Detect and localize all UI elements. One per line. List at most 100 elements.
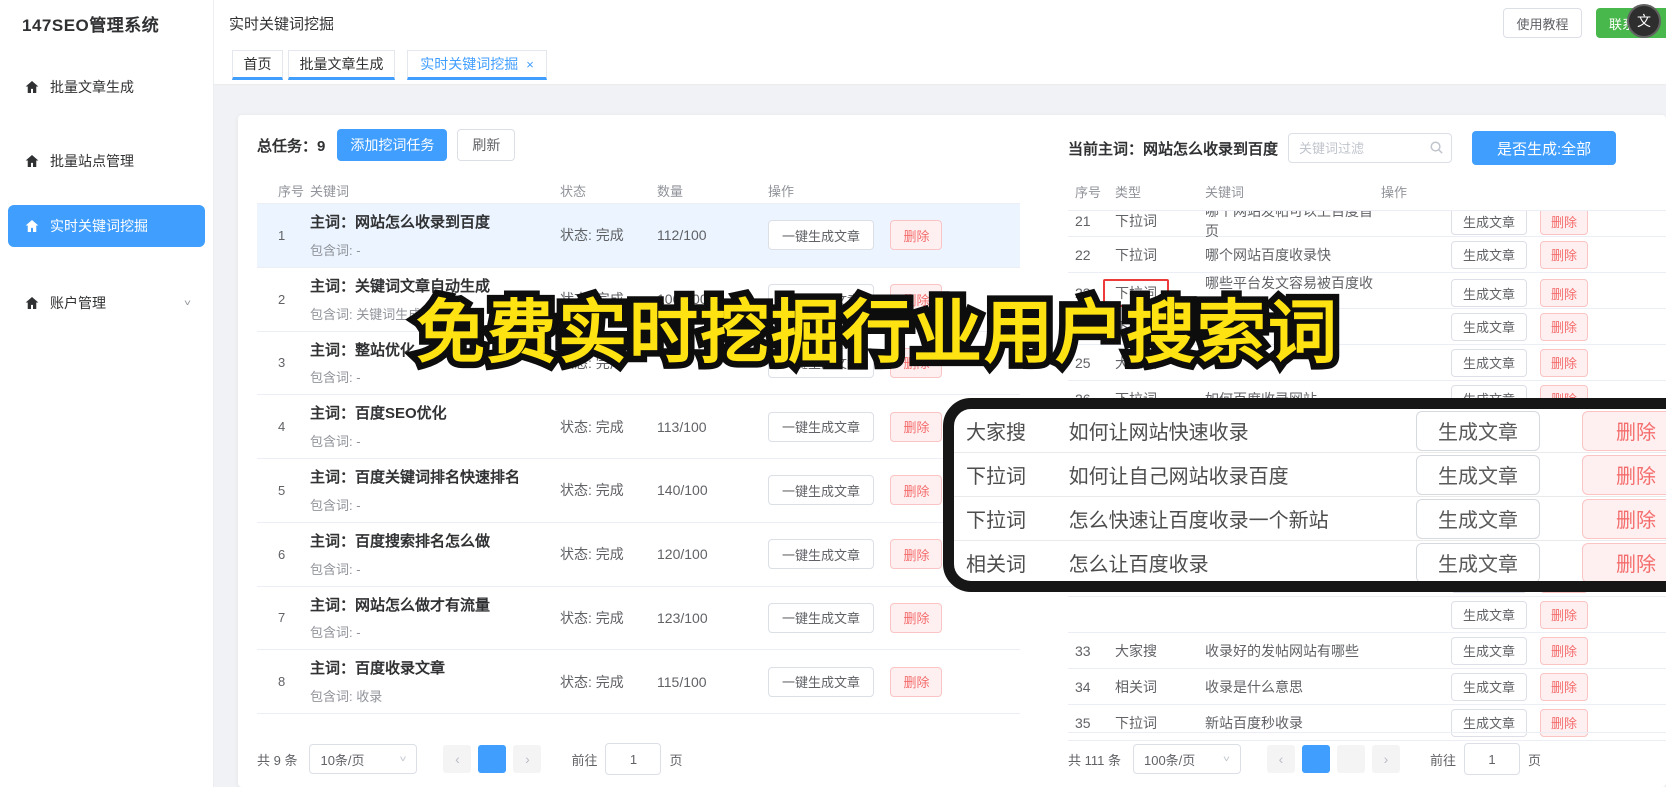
generate-article-button[interactable]: 生成文章: [1415, 410, 1540, 451]
keyword-text: 如何让自己网站收录百度: [1068, 466, 1289, 488]
generate-article-button[interactable]: 生成文章: [1451, 279, 1528, 307]
column-header: 操作: [1381, 185, 1408, 200]
table-row[interactable]: 7 主词：网站怎么做才有流量 包含词: - 状态: 完成 123/100 一键生…: [257, 587, 1020, 651]
keyword-text: 如何让网站快速收录: [1068, 422, 1249, 444]
generate-all-button[interactable]: 是否生成:全部: [1472, 131, 1617, 165]
tutorial-button[interactable]: 使用教程: [1503, 8, 1582, 38]
magnified-row: 下拉词 怎么快速让百度收录一个新站 生成文章 删除: [954, 497, 1666, 541]
goto-label: 前往: [571, 752, 598, 768]
table-row[interactable]: 4 主词：百度SEO优化 包含词: - 状态: 完成 113/100 一键生成文…: [257, 395, 1020, 459]
count-text: 112/100: [657, 227, 707, 244]
delete-button[interactable]: 删除: [890, 539, 943, 570]
delete-button[interactable]: 删除: [890, 411, 943, 442]
refresh-button[interactable]: 刷新: [457, 129, 516, 161]
generate-article-button[interactable]: 生成文章: [1451, 600, 1528, 629]
delete-button[interactable]: 删除: [1540, 279, 1589, 307]
close-icon[interactable]: ×: [526, 57, 534, 72]
table-row[interactable]: 35 下拉词 新站百度秒收录 生成文章 删除: [1068, 705, 1666, 741]
status-text: 状态: 完成: [560, 609, 624, 626]
tab-batch-articles[interactable]: 批量文章生成: [288, 50, 395, 80]
page-size-select[interactable]: 100条/页 ˅: [1132, 744, 1241, 774]
tab-label: 首页: [243, 56, 272, 72]
row-index: 5: [278, 482, 286, 498]
delete-button[interactable]: 删除: [1540, 348, 1589, 377]
next-page-button[interactable]: ›: [1371, 745, 1400, 773]
sidebar-item[interactable]: 实时关键词挖掘: [8, 205, 205, 247]
generate-article-button[interactable]: 生成文章: [1415, 498, 1540, 539]
table-row[interactable]: 6 主词：百度搜索排名怎么做 包含词: - 状态: 完成 120/100 一键生…: [257, 523, 1020, 587]
delete-button[interactable]: 删除: [1581, 410, 1666, 451]
table-row[interactable]: 生成文章 删除: [1068, 597, 1666, 633]
delete-button[interactable]: 删除: [1540, 240, 1589, 269]
generate-article-button[interactable]: 一键生成文章: [768, 475, 875, 506]
tab-strip: 首页 批量文章生成 实时关键词挖掘 ×: [213, 44, 1666, 85]
delete-button[interactable]: 删除: [1540, 211, 1589, 235]
generate-article-button[interactable]: 生成文章: [1451, 672, 1528, 701]
prev-page-button[interactable]: ‹: [443, 745, 472, 773]
generate-article-button[interactable]: 生成文章: [1451, 636, 1528, 665]
page-buttons: [1301, 745, 1365, 773]
keyword-type: 相关词: [1115, 678, 1157, 695]
current-main-word: 当前主词：网站怎么收录到百度: [1068, 140, 1279, 158]
app-logo: 147SEO管理系统: [22, 16, 160, 35]
keyword-type: 下拉词: [1115, 213, 1157, 229]
generate-article-button[interactable]: 生成文章: [1451, 211, 1528, 235]
generate-article-button[interactable]: 一键生成文章: [768, 220, 875, 251]
delete-button[interactable]: 删除: [1581, 454, 1666, 495]
delete-button[interactable]: 删除: [1540, 600, 1589, 629]
goto-page-input[interactable]: [605, 743, 662, 775]
table-row[interactable]: 5 主词：百度关键词排名快速排名 包含词: - 状态: 完成 140/100 一…: [257, 459, 1020, 523]
goto-page-input[interactable]: [1464, 743, 1520, 775]
table-row[interactable]: 8 主词：百度收录文章 包含词: 收录 状态: 完成 115/100 一键生成文…: [257, 650, 1020, 714]
keyword-filter-input[interactable]: [1288, 133, 1453, 163]
page-number-button[interactable]: [478, 745, 507, 773]
tab-keyword-mining[interactable]: 实时关键词挖掘 ×: [407, 50, 547, 80]
table-row[interactable]: 22 下拉词 哪个网站百度收录快 生成文章 删除: [1068, 237, 1666, 273]
tasks-table-body: 1 主词：网站怎么收录到百度 包含词: - 状态: 完成 112/100 一键生…: [257, 204, 1020, 714]
generate-article-button[interactable]: 生成文章: [1415, 542, 1540, 581]
add-task-button[interactable]: 添加挖词任务: [337, 129, 448, 161]
delete-button[interactable]: 删除: [890, 220, 943, 251]
page-size-select[interactable]: 10条/页 ˅: [309, 744, 418, 774]
generate-article-button[interactable]: 生成文章: [1451, 240, 1528, 269]
delete-button[interactable]: 删除: [1540, 312, 1589, 341]
generate-article-button[interactable]: 一键生成文章: [768, 602, 875, 633]
count-text: 120/100: [657, 546, 708, 563]
generate-article-button[interactable]: 一键生成文章: [768, 539, 875, 570]
page-number-button[interactable]: [1336, 745, 1365, 773]
keyword-text: 收录好的发帖网站有哪些: [1205, 642, 1359, 659]
sidebar: 147SEO管理系统 批量文章生成 批量站点管理 实时关键词挖掘 账户管理 ˅: [0, 0, 214, 787]
status-text: 状态: 完成: [560, 673, 624, 690]
generate-article-button[interactable]: 一键生成文章: [768, 666, 875, 697]
delete-button[interactable]: 删除: [890, 666, 943, 697]
generate-article-button[interactable]: 生成文章: [1415, 454, 1540, 495]
table-row[interactable]: 21 下拉词 哪个网站发帖可以上百度首页 生成文章 删除: [1068, 211, 1666, 239]
table-row[interactable]: 34 相关词 收录是什么意思 生成文章 删除: [1068, 669, 1666, 705]
delete-button[interactable]: 删除: [1540, 672, 1589, 701]
include-word: 包含词: -: [310, 561, 361, 577]
table-row[interactable]: 33 大家搜 收录好的发帖网站有哪些 生成文章 删除: [1068, 633, 1666, 669]
generate-article-button[interactable]: 生成文章: [1451, 348, 1528, 377]
delete-button[interactable]: 删除: [890, 475, 943, 506]
magnified-callout-box: 大家搜 如何让网站快速收录 生成文章 删除 下拉词 如何让自己网站收录百度 生成…: [943, 398, 1666, 592]
delete-button[interactable]: 删除: [1540, 636, 1589, 665]
sidebar-item[interactable]: 批量站点管理: [8, 140, 205, 182]
table-row[interactable]: 1 主词：网站怎么收录到百度 包含词: - 状态: 完成 112/100 一键生…: [257, 204, 1020, 268]
row-index: 35: [1075, 714, 1091, 731]
generate-article-button[interactable]: 一键生成文章: [768, 411, 875, 442]
tab-home[interactable]: 首页: [232, 50, 283, 80]
main-word: 主词：网站怎么收录到百度: [310, 214, 491, 231]
sidebar-item[interactable]: 账户管理 ˅: [8, 282, 205, 324]
next-page-button[interactable]: ›: [513, 745, 542, 773]
delete-button[interactable]: 删除: [890, 602, 943, 633]
keyword-text: 哪个网站百度收录快: [1205, 246, 1331, 263]
keyword-type: 大家搜: [966, 422, 1026, 444]
delete-button[interactable]: 删除: [1581, 542, 1666, 581]
prev-page-button[interactable]: ‹: [1266, 745, 1295, 773]
translate-icon[interactable]: 文: [1627, 4, 1661, 38]
row-index: 21: [1075, 213, 1091, 229]
generate-article-button[interactable]: 生成文章: [1451, 312, 1528, 341]
sidebar-item[interactable]: 批量文章生成: [8, 66, 205, 108]
delete-button[interactable]: 删除: [1581, 498, 1666, 539]
page-number-button[interactable]: [1301, 745, 1330, 773]
